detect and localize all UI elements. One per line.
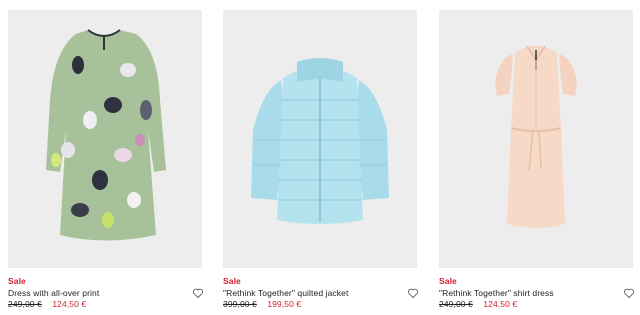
- heart-icon[interactable]: [192, 287, 204, 299]
- price-row: 399,00 € 199,50 €: [223, 299, 419, 311]
- product-image-quilted-jacket[interactable]: [223, 10, 417, 268]
- product-image-floral-dress[interactable]: [8, 10, 202, 268]
- sale-badge: Sale: [439, 276, 457, 286]
- original-price: 249,00 €: [439, 299, 473, 309]
- product-info: Sale Dress with all-over print 249,00 € …: [8, 276, 204, 311]
- product-card[interactable]: Sale "Rethink Together" shirt dress 249,…: [439, 10, 635, 311]
- product-card[interactable]: Sale Dress with all-over print 249,00 € …: [8, 10, 204, 311]
- product-info: Sale "Rethink Together" quilted jacket 3…: [223, 276, 419, 311]
- product-grid: Sale Dress with all-over print 249,00 € …: [0, 0, 640, 315]
- product-info: Sale "Rethink Together" shirt dress 249,…: [439, 276, 635, 311]
- product-card[interactable]: Sale "Rethink Together" quilted jacket 3…: [223, 10, 419, 311]
- shirt-dress-image: [495, 45, 577, 228]
- floral-dress-image: [46, 29, 166, 241]
- heart-icon[interactable]: [623, 287, 635, 299]
- product-name[interactable]: "Rethink Together" shirt dress: [439, 288, 635, 300]
- sale-price: 199,50 €: [267, 299, 302, 309]
- price-row: 249,00 € 124,50 €: [439, 299, 635, 311]
- product-name[interactable]: "Rethink Together" quilted jacket: [223, 288, 419, 300]
- price-row: 249,00 € 124,50 €: [8, 299, 204, 311]
- product-image-shirt-dress[interactable]: [439, 10, 633, 268]
- sale-price: 124,50 €: [483, 299, 518, 309]
- sale-price: 124,50 €: [52, 299, 87, 309]
- sale-badge: Sale: [223, 276, 241, 286]
- sale-badge: Sale: [8, 276, 26, 286]
- quilted-jacket-image: [251, 58, 389, 224]
- heart-icon[interactable]: [407, 287, 419, 299]
- original-price: 249,00 €: [8, 299, 42, 309]
- product-name[interactable]: Dress with all-over print: [8, 288, 204, 300]
- original-price: 399,00 €: [223, 299, 257, 309]
